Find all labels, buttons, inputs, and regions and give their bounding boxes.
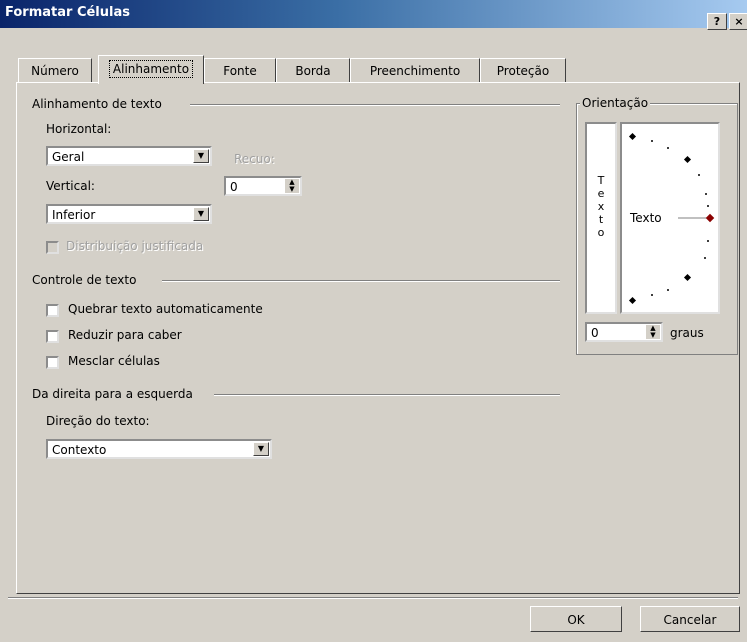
tab-label: Fonte (223, 64, 257, 78)
alignment-section-title: Alinhamento de texto (32, 97, 162, 111)
text-control-section-title: Controle de texto (32, 273, 137, 287)
vertical-select[interactable]: Inferior ▼ (46, 204, 212, 224)
window-title: Formatar Células (5, 5, 130, 20)
footer-divider (8, 597, 738, 599)
tab-borda[interactable]: Borda (276, 58, 350, 83)
vertical-text-box[interactable]: T e x t o (585, 122, 617, 314)
dial-label: Texto (630, 211, 662, 225)
section-divider (190, 104, 560, 106)
horizontal-value: Geral (52, 150, 85, 164)
degrees-value: 0 (591, 326, 599, 340)
degrees-label: graus (670, 326, 704, 340)
tab-numero[interactable]: Número (18, 58, 92, 83)
wrap-text-checkbox[interactable] (46, 304, 59, 317)
title-bar[interactable]: Formatar Células ? × (0, 0, 747, 30)
indent-spinner[interactable]: 0 ▲ ▼ (224, 176, 302, 196)
indent-label: Recuo: (234, 152, 275, 166)
justify-distributed-checkbox[interactable] (46, 241, 59, 254)
ok-button[interactable]: OK (530, 606, 622, 632)
justify-distributed-label: Distribuição justificada (66, 239, 204, 253)
chevron-down-icon[interactable]: ▼ (193, 207, 209, 221)
tab-label: Proteção (496, 64, 550, 78)
text-direction-select[interactable]: Contexto ▼ (46, 439, 272, 459)
rtl-section-title: Da direita para a esquerda (32, 387, 193, 401)
horizontal-select[interactable]: Geral ▼ (46, 146, 212, 166)
tab-label: Número (31, 64, 79, 78)
text-direction-label: Direção do texto: (46, 414, 150, 428)
vertical-text-char: x (597, 200, 605, 213)
tab-label: Borda (295, 64, 331, 78)
merge-cells-label: Mesclar células (68, 354, 160, 368)
tab-alinhamento[interactable]: Alinhamento (98, 55, 204, 84)
merge-cells-checkbox[interactable] (46, 356, 59, 369)
section-divider (214, 394, 560, 396)
vertical-text-char: T (597, 174, 605, 187)
orientation-section-title: Orientação (580, 96, 651, 110)
vertical-value: Inferior (52, 208, 96, 222)
shrink-to-fit-checkbox[interactable] (46, 330, 59, 343)
tab-label: Alinhamento (108, 60, 194, 78)
spinner-arrows-icon[interactable]: ▲ ▼ (646, 325, 660, 339)
cancel-button[interactable]: Cancelar (640, 606, 740, 632)
wrap-text-label: Quebrar texto automaticamente (68, 302, 263, 316)
vertical-text: T e x t o (587, 174, 615, 239)
vertical-text-char: e (597, 187, 605, 200)
tab-fonte[interactable]: Fonte (204, 58, 276, 83)
help-button[interactable]: ? (707, 13, 727, 30)
horizontal-label: Horizontal: (46, 122, 112, 136)
vertical-text-char: o (597, 226, 605, 239)
tab-protecao[interactable]: Proteção (480, 58, 566, 83)
vertical-text-char: t (598, 213, 604, 226)
chevron-down-icon[interactable]: ▼ (193, 149, 209, 163)
format-cells-dialog: Formatar Células ? × Número Alinhamento … (0, 0, 747, 642)
degrees-spinner[interactable]: 0 ▲ ▼ (585, 322, 663, 342)
tab-label: Preenchimento (369, 64, 461, 78)
text-direction-value: Contexto (52, 443, 107, 457)
shrink-to-fit-label: Reduzir para caber (68, 328, 182, 342)
spinner-arrows-icon[interactable]: ▲ ▼ (285, 179, 299, 193)
indent-value: 0 (230, 180, 238, 194)
section-divider (162, 280, 560, 282)
tab-preenchimento[interactable]: Preenchimento (350, 58, 480, 83)
chevron-down-icon[interactable]: ▼ (253, 442, 269, 456)
close-button[interactable]: × (729, 13, 747, 30)
orientation-dial[interactable]: Texto (620, 122, 720, 314)
vertical-label: Vertical: (46, 179, 95, 193)
